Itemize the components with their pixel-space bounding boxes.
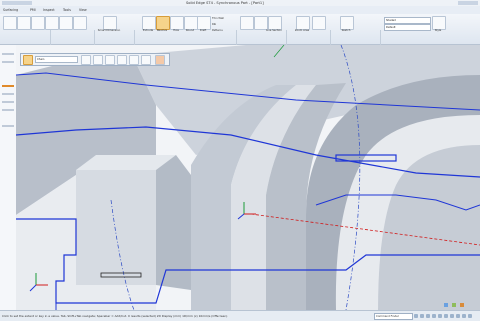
status-icon[interactable] [420,314,424,318]
selection-mode-combo[interactable]: Chain [35,56,78,63]
sketch-button[interactable] [340,16,354,30]
model-view[interactable] [16,45,480,310]
smart-dimension-label: Smart Dimension [97,29,121,32]
quickbar-button[interactable] [117,55,127,65]
status-icon[interactable] [462,314,466,318]
arc-tool-button[interactable] [17,16,31,30]
view-icon [452,303,456,307]
command-finder-input[interactable]: Command Finder [374,313,413,320]
style-combo[interactable]: Shaded [384,17,431,24]
live-section-button[interactable] [268,16,282,30]
thin-wall-item[interactable]: Thin Wall [212,17,224,20]
view-icon [444,303,448,307]
status-icon[interactable] [414,314,418,318]
tab-pmi[interactable]: PMI [30,6,36,14]
quickbar-options-button[interactable] [23,55,33,65]
live-section-label: Live Section [266,29,282,32]
relate-tool-button[interactable] [59,16,73,30]
round-button[interactable] [184,16,198,30]
ribbon: Smart Dimension Extrude Revolve Hole Rou… [0,14,480,54]
status-icon[interactable] [468,314,472,318]
pathfinder-item[interactable] [2,53,14,55]
quickbar-button[interactable] [141,55,151,65]
draft-button[interactable] [197,16,211,30]
status-icon[interactable] [444,314,448,318]
extrude-button[interactable] [142,16,156,30]
revolve-button[interactable] [156,16,170,30]
quickbar-button[interactable] [81,55,91,65]
style-label: Style [434,29,442,32]
face-relate-2-button[interactable] [254,16,268,30]
style-combo-2[interactable]: Default [384,24,431,31]
quickbar-button[interactable] [129,55,139,65]
rib-item[interactable]: Rib [212,23,216,26]
quickbar-button[interactable] [93,55,103,65]
status-icon[interactable] [438,314,442,318]
style-button[interactable] [432,16,446,30]
select-button[interactable] [312,16,326,30]
zoom-area-button[interactable] [296,16,310,30]
status-icon[interactable] [456,314,460,318]
view-icon [460,303,464,307]
status-icon[interactable] [426,314,430,318]
pathfinder-item[interactable] [2,85,14,87]
tab-inspect[interactable]: Inspect [43,6,55,14]
close-icon[interactable] [155,55,165,65]
quick-access-toolbar[interactable] [2,1,32,5]
pathfinder-pane[interactable] [0,45,17,310]
window-controls[interactable] [458,1,478,5]
graphics-viewport[interactable] [16,45,480,310]
selection-quickbar: Chain [20,53,170,66]
status-icon[interactable] [432,314,436,318]
face-relate-button[interactable] [240,16,254,30]
pathfinder-item[interactable] [2,101,14,103]
status-icon[interactable] [450,314,454,318]
boss-front-face [76,170,156,285]
tab-tools[interactable]: Tools [63,6,71,14]
pathfinder-item[interactable] [2,109,14,111]
pathfinder-item[interactable] [2,61,14,63]
hole-button[interactable] [170,16,184,30]
sketch-label: Sketch [341,29,351,32]
tab-surfacing[interactable]: Surfacing [3,6,18,14]
quickbar-button[interactable] [105,55,115,65]
pathfinder-item[interactable] [2,125,14,127]
zoom-area-label: Zoom Area [294,29,310,32]
smart-dimension-button[interactable] [103,16,117,30]
patterns-item[interactable]: Patterns [212,29,223,32]
pathfinder-item[interactable] [2,93,14,95]
rectangle-tool-button[interactable] [31,16,45,30]
connect-tool-button[interactable] [73,16,87,30]
tab-view[interactable]: View [79,6,87,14]
line-tool-button[interactable] [3,16,17,30]
status-bar: Click to set the extent or key in a valu… [0,310,480,321]
circle-tool-button[interactable] [45,16,59,30]
